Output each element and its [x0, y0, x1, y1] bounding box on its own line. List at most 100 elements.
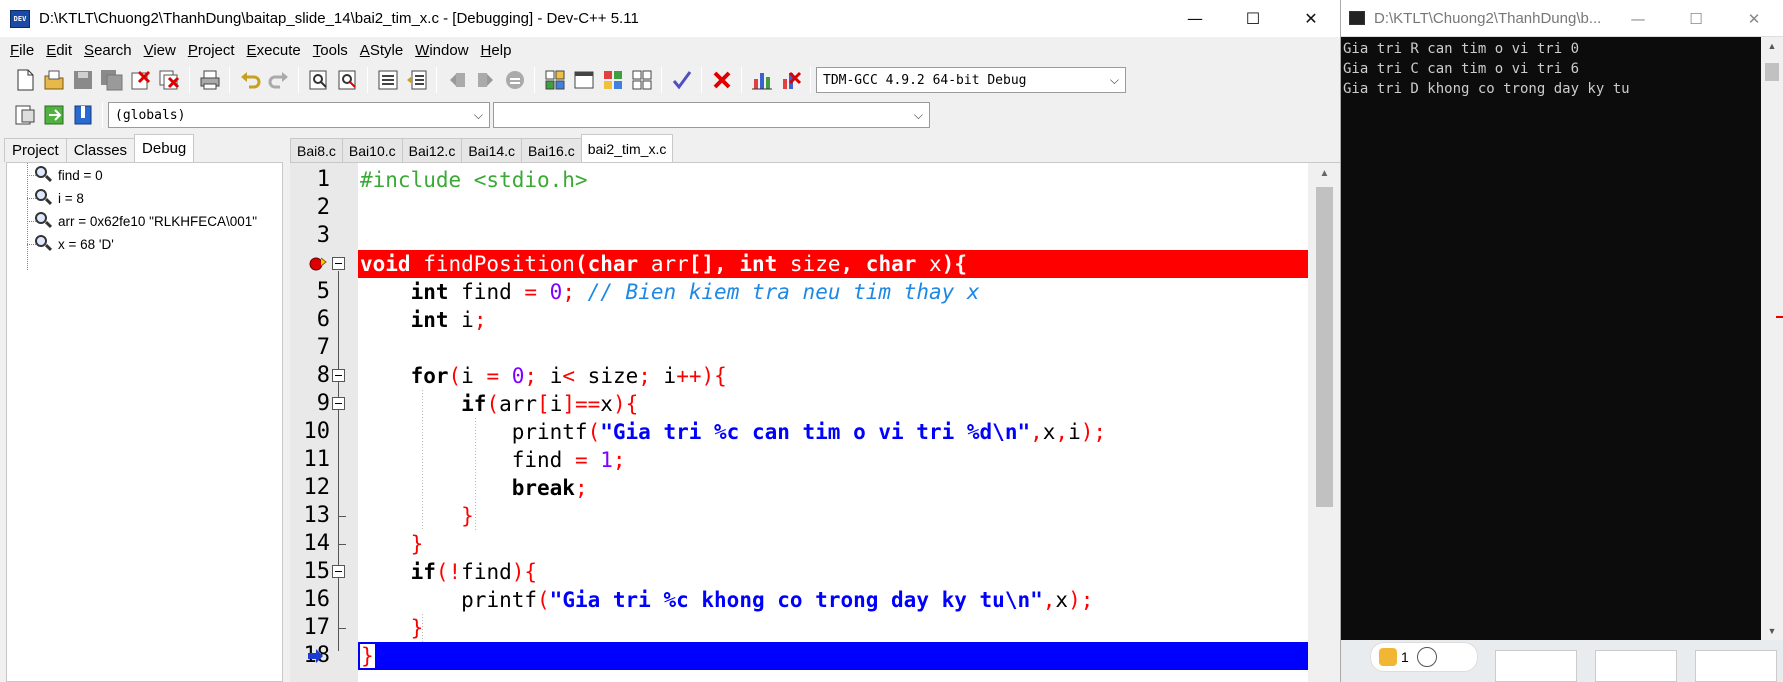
insert-icon[interactable]: [12, 102, 38, 128]
code-line[interactable]: [358, 222, 1308, 250]
line-number-gutter[interactable]: 1 2 3 4 5 6 7 8 9 10 11 12 13 14 15 16 1…: [290, 163, 358, 682]
code-line[interactable]: printf("Gia tri %c khong co trong day ky…: [358, 586, 1308, 614]
save-all-icon[interactable]: [99, 67, 125, 93]
code-line[interactable]: int find = 0; // Bien kiem tra neu tim t…: [358, 278, 1308, 306]
tab-classes[interactable]: Classes: [65, 138, 136, 162]
find-icon[interactable]: [306, 67, 332, 93]
maximize-button[interactable]: ☐: [1224, 0, 1282, 37]
new-file-icon[interactable]: [12, 67, 38, 93]
reaction-bar[interactable]: 1: [1370, 642, 1478, 672]
menu-tools[interactable]: Tools: [307, 42, 354, 59]
fold-toggle-icon[interactable]: [332, 397, 345, 410]
watch-icon: [33, 188, 53, 208]
unindent-icon[interactable]: [404, 67, 430, 93]
title-bar[interactable]: DEV D:\KTLT\Chuong2\ThanhDung\baitap_sli…: [0, 0, 1340, 37]
code-line[interactable]: int i;: [358, 306, 1308, 334]
tab-project[interactable]: Project: [4, 138, 67, 162]
tab-bai14[interactable]: Bai14.c: [461, 138, 523, 162]
menu-edit[interactable]: Edit: [40, 42, 78, 59]
code-line[interactable]: if(arr[i]==x){: [358, 390, 1308, 418]
scrollbar-thumb[interactable]: [1765, 63, 1779, 81]
console-minimize-button[interactable]: —: [1609, 0, 1667, 37]
menu-help[interactable]: Help: [475, 42, 518, 59]
tab-bai8[interactable]: Bai8.c: [290, 138, 343, 162]
watch-item[interactable]: x = 68 'D': [33, 234, 114, 254]
tab-debug[interactable]: Debug: [134, 134, 195, 162]
watch-item[interactable]: arr = 0x62fe10 "RLKHFECA\001": [33, 211, 257, 231]
replace-icon[interactable]: [335, 67, 361, 93]
console-close-button[interactable]: ✕: [1725, 0, 1783, 37]
console-scrollbar[interactable]: ▲ ▼: [1761, 37, 1783, 640]
code-line[interactable]: if(!find){: [358, 558, 1308, 586]
console-maximize-button[interactable]: ☐: [1667, 0, 1725, 37]
menu-window[interactable]: Window: [409, 42, 474, 59]
left-panel: Project Classes Debug find = 0 i = 8 arr…: [0, 134, 283, 682]
scope-select[interactable]: (globals) ⌵: [108, 102, 490, 128]
stop-execution-icon[interactable]: [709, 67, 735, 93]
code-editor[interactable]: 1 2 3 4 5 6 7 8 9 10 11 12 13 14 15 16 1…: [290, 162, 1340, 682]
compiler-select-value: TDM-GCC 4.9.2 64-bit Debug: [823, 72, 1027, 88]
watch-item[interactable]: find = 0: [33, 165, 103, 185]
menu-search[interactable]: Search: [78, 42, 138, 59]
like-button-icon[interactable]: [1416, 647, 1437, 667]
menu-execute[interactable]: Execute: [241, 42, 307, 59]
syntax-check-icon[interactable]: [669, 67, 695, 93]
console-title-bar[interactable]: D:\KTLT\Chuong2\ThanhDung\b... — ☐ ✕: [1341, 0, 1783, 37]
code-line-breakpoint[interactable]: void findPosition(char arr[], int size, …: [358, 250, 1308, 278]
code-line[interactable]: #include <stdio.h>: [358, 166, 1308, 194]
menu-astyle[interactable]: AStyle: [354, 42, 409, 59]
close-file-icon[interactable]: [128, 67, 154, 93]
goto-definition-icon[interactable]: [41, 102, 67, 128]
code-line[interactable]: [358, 334, 1308, 362]
scroll-down-icon[interactable]: ▼: [1761, 626, 1783, 636]
code-line[interactable]: printf("Gia tri %c can tim o vi tri %d\n…: [358, 418, 1308, 446]
close-button[interactable]: ✕: [1282, 0, 1340, 37]
breakpoint-icon[interactable]: [307, 254, 329, 274]
run-icon[interactable]: [629, 67, 655, 93]
menu-project[interactable]: Project: [182, 42, 241, 59]
menu-view[interactable]: View: [138, 42, 182, 59]
close-all-icon[interactable]: [157, 67, 183, 93]
function-select[interactable]: ⌵: [493, 102, 930, 128]
scrollbar-thumb[interactable]: [1316, 187, 1333, 507]
fold-toggle-icon[interactable]: [332, 257, 345, 270]
compile-icon[interactable]: [600, 67, 626, 93]
open-file-icon[interactable]: [41, 67, 67, 93]
undo-icon[interactable]: [237, 67, 263, 93]
scroll-up-icon[interactable]: ▲: [1761, 41, 1783, 51]
watch-item[interactable]: i = 8: [33, 188, 84, 208]
toggle-bookmark-icon[interactable]: [70, 102, 96, 128]
indent-icon[interactable]: [375, 67, 401, 93]
code-line-current[interactable]: }: [358, 642, 1308, 670]
delete-profile-icon[interactable]: [778, 67, 804, 93]
console-line: Gia tri D khong co trong day ky tu: [1343, 81, 1630, 97]
profile-chart-icon[interactable]: [749, 67, 775, 93]
bookmark-next-icon[interactable]: [473, 67, 499, 93]
fold-toggle-icon[interactable]: [332, 565, 345, 578]
tab-bai16[interactable]: Bai16.c: [521, 138, 582, 162]
goto-line-icon[interactable]: [502, 67, 528, 93]
code-line[interactable]: find = 1;: [358, 446, 1308, 474]
code-line[interactable]: }: [358, 614, 1308, 642]
tab-bai10[interactable]: Bai10.c: [341, 138, 403, 162]
minimize-button[interactable]: —: [1166, 0, 1224, 37]
code-line[interactable]: [358, 194, 1308, 222]
fullscreen-icon[interactable]: [571, 67, 597, 93]
code-line[interactable]: }: [358, 530, 1308, 558]
bookmark-prev-icon[interactable]: [444, 67, 470, 93]
save-icon[interactable]: [70, 67, 96, 93]
code-line[interactable]: for(i = 0; i< size; i++){: [358, 362, 1308, 390]
tab-bai2-tim-x[interactable]: bai2_tim_x.c: [580, 134, 674, 162]
editor-vertical-scrollbar[interactable]: ▲: [1308, 163, 1340, 682]
tile-windows-icon[interactable]: [542, 67, 568, 93]
scroll-up-icon[interactable]: ▲: [1308, 163, 1340, 185]
code-line[interactable]: break;: [358, 474, 1308, 502]
menu-file[interactable]: File: [4, 42, 40, 59]
redo-icon[interactable]: [266, 67, 292, 93]
compiler-select[interactable]: TDM-GCC 4.9.2 64-bit Debug ⌵: [816, 67, 1126, 93]
console-output[interactable]: Gia tri R can tim o vi tri 0 Gia tri C ca…: [1341, 37, 1761, 640]
fold-toggle-icon[interactable]: [332, 369, 345, 382]
print-icon[interactable]: [197, 67, 223, 93]
tab-bai12[interactable]: Bai12.c: [401, 138, 463, 162]
code-line[interactable]: }: [358, 502, 1308, 530]
